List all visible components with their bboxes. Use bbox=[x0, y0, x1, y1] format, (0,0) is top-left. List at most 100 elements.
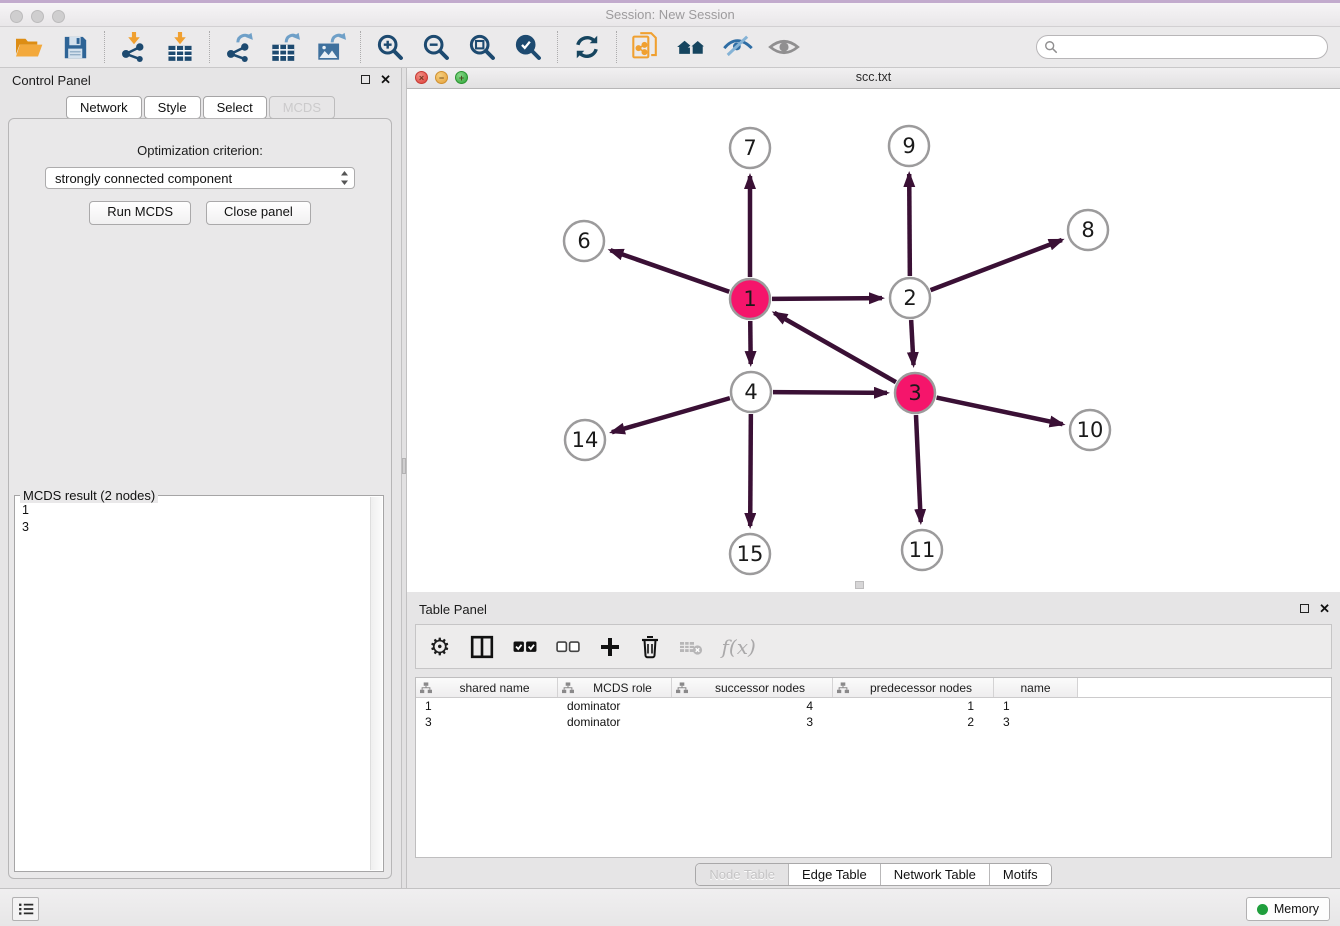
tab-edge-table[interactable]: Edge Table bbox=[788, 864, 880, 885]
function-builder-icon[interactable]: f(x) bbox=[722, 633, 756, 661]
search-field[interactable] bbox=[1036, 35, 1328, 59]
table-tabs: Node TableEdge TableNetwork TableMotifs bbox=[407, 863, 1340, 886]
save-session-button[interactable] bbox=[58, 30, 92, 64]
network-graph[interactable]: 7 9 6 8 1 2 4 3 14 10 15 11 bbox=[407, 89, 1340, 592]
task-history-button[interactable] bbox=[12, 897, 39, 921]
cell-shared-name[interactable]: 3 bbox=[416, 715, 558, 729]
graph-node-15[interactable]: 15 bbox=[730, 534, 770, 574]
zoom-button[interactable] bbox=[52, 10, 65, 23]
home-button[interactable] bbox=[675, 30, 709, 64]
hide-panel-button[interactable] bbox=[721, 30, 755, 64]
zoom-fit-button[interactable] bbox=[465, 30, 499, 64]
table-row[interactable]: 1dominator411 bbox=[416, 698, 1331, 714]
export-network-button[interactable] bbox=[222, 30, 256, 64]
zoom-selected-button[interactable] bbox=[511, 30, 545, 64]
search-input[interactable] bbox=[1063, 39, 1320, 55]
graph-node-2[interactable]: 2 bbox=[890, 278, 930, 318]
mcds-result-text[interactable]: 1 3 bbox=[22, 502, 367, 867]
float-table-panel-icon[interactable] bbox=[1300, 604, 1309, 613]
column-header-shared-name[interactable]: shared name bbox=[416, 678, 558, 697]
graph-node-10[interactable]: 10 bbox=[1070, 410, 1110, 450]
network-close-button[interactable]: × bbox=[415, 71, 428, 84]
graph-node-3[interactable]: 3 bbox=[895, 373, 935, 413]
column-header-MCDS-role[interactable]: MCDS role bbox=[558, 678, 672, 697]
cell-predecessor-nodes[interactable]: 2 bbox=[833, 715, 994, 729]
splitter-grip[interactable] bbox=[402, 458, 406, 474]
graph-edge-4-14[interactable] bbox=[612, 398, 730, 432]
gear-icon[interactable]: ⚙ bbox=[429, 633, 451, 661]
tab-motifs[interactable]: Motifs bbox=[989, 864, 1051, 885]
graph-edge-3-10[interactable] bbox=[937, 398, 1063, 425]
mcds-result-group: MCDS result (2 nodes) 1 3 bbox=[14, 495, 384, 872]
graph-node-4[interactable]: 4 bbox=[731, 372, 771, 412]
graph-edge-1-6[interactable] bbox=[610, 250, 729, 292]
graph-node-9[interactable]: 9 bbox=[889, 126, 929, 166]
open-session-button[interactable] bbox=[12, 30, 46, 64]
graph-node-8[interactable]: 8 bbox=[1068, 210, 1108, 250]
close-table-panel-icon[interactable]: ✕ bbox=[1319, 603, 1330, 614]
select-all-icon[interactable] bbox=[513, 633, 537, 661]
cell-name[interactable]: 1 bbox=[994, 699, 1078, 713]
graph-edge-2-3[interactable] bbox=[911, 320, 913, 365]
graph-edge-2-9[interactable] bbox=[909, 174, 910, 276]
tab-network-table[interactable]: Network Table bbox=[880, 864, 989, 885]
cell-MCDS-role[interactable]: dominator bbox=[558, 715, 672, 729]
table-row[interactable]: 3dominator323 bbox=[416, 714, 1331, 730]
cell-successor-nodes[interactable]: 4 bbox=[672, 699, 833, 713]
zoom-in-button[interactable] bbox=[373, 30, 407, 64]
split-panel-icon[interactable] bbox=[470, 633, 494, 661]
refresh-button[interactable] bbox=[570, 30, 604, 64]
graph-edge-3-1[interactable] bbox=[774, 313, 896, 382]
tab-node-table[interactable]: Node Table bbox=[696, 864, 788, 885]
graph-node-1[interactable]: 1 bbox=[730, 279, 770, 319]
graph-node-7[interactable]: 7 bbox=[730, 128, 770, 168]
close-panel-icon[interactable]: ✕ bbox=[380, 74, 391, 85]
result-scrollbar[interactable] bbox=[370, 497, 382, 870]
show-panel-button[interactable] bbox=[767, 30, 801, 64]
close-panel-button[interactable]: Close panel bbox=[206, 201, 311, 225]
add-column-icon[interactable] bbox=[599, 633, 621, 661]
graph-node-14[interactable]: 14 bbox=[565, 420, 605, 460]
graph-node-6[interactable]: 6 bbox=[564, 221, 604, 261]
new-network-button[interactable] bbox=[629, 30, 663, 64]
graph-node-11[interactable]: 11 bbox=[902, 530, 942, 570]
network-minimize-button[interactable]: − bbox=[435, 71, 448, 84]
column-header-successor-nodes[interactable]: successor nodes bbox=[672, 678, 833, 697]
tab-select[interactable]: Select bbox=[203, 96, 267, 119]
export-table-button[interactable] bbox=[268, 30, 302, 64]
node-label: 14 bbox=[572, 428, 599, 452]
network-resize-grip[interactable] bbox=[855, 581, 864, 589]
column-header-predecessor-nodes[interactable]: predecessor nodes bbox=[833, 678, 994, 697]
delete-table-icon[interactable] bbox=[679, 633, 703, 661]
cell-shared-name[interactable]: 1 bbox=[416, 699, 558, 713]
table-panel: Table Panel ✕ ⚙ bbox=[407, 597, 1340, 888]
close-button[interactable] bbox=[10, 10, 23, 23]
column-header-name[interactable]: name bbox=[994, 678, 1078, 697]
delete-column-icon[interactable] bbox=[640, 633, 660, 661]
cell-successor-nodes[interactable]: 3 bbox=[672, 715, 833, 729]
cell-name[interactable]: 3 bbox=[994, 715, 1078, 729]
float-panel-icon[interactable] bbox=[361, 75, 370, 84]
tab-style[interactable]: Style bbox=[144, 96, 201, 119]
import-network-button[interactable] bbox=[117, 30, 151, 64]
criterion-select[interactable]: strongly connected component bbox=[45, 167, 355, 189]
graph-edge-1-2[interactable] bbox=[772, 298, 882, 299]
network-zoom-button[interactable]: + bbox=[455, 71, 468, 84]
cell-predecessor-nodes[interactable]: 1 bbox=[833, 699, 994, 713]
tab-network[interactable]: Network bbox=[66, 96, 142, 119]
import-table-button[interactable] bbox=[163, 30, 197, 64]
cell-MCDS-role[interactable]: dominator bbox=[558, 699, 672, 713]
memory-button[interactable]: Memory bbox=[1246, 897, 1330, 921]
graph-edge-4-15[interactable] bbox=[750, 414, 751, 526]
export-image-button[interactable] bbox=[314, 30, 348, 64]
tab-mcds[interactable]: MCDS bbox=[269, 96, 335, 119]
network-canvas[interactable]: 7 9 6 8 1 2 4 3 14 10 15 11 bbox=[407, 89, 1340, 592]
graph-edge-4-3[interactable] bbox=[773, 392, 887, 393]
run-mcds-button[interactable]: Run MCDS bbox=[89, 201, 191, 225]
graph-edge-3-11[interactable] bbox=[916, 415, 921, 522]
deselect-all-icon[interactable] bbox=[556, 633, 580, 661]
graph-edge-2-8[interactable] bbox=[931, 240, 1062, 290]
minimize-button[interactable] bbox=[31, 10, 44, 23]
zoom-out-button[interactable] bbox=[419, 30, 453, 64]
optimization-label: Optimization criterion: bbox=[9, 143, 391, 158]
